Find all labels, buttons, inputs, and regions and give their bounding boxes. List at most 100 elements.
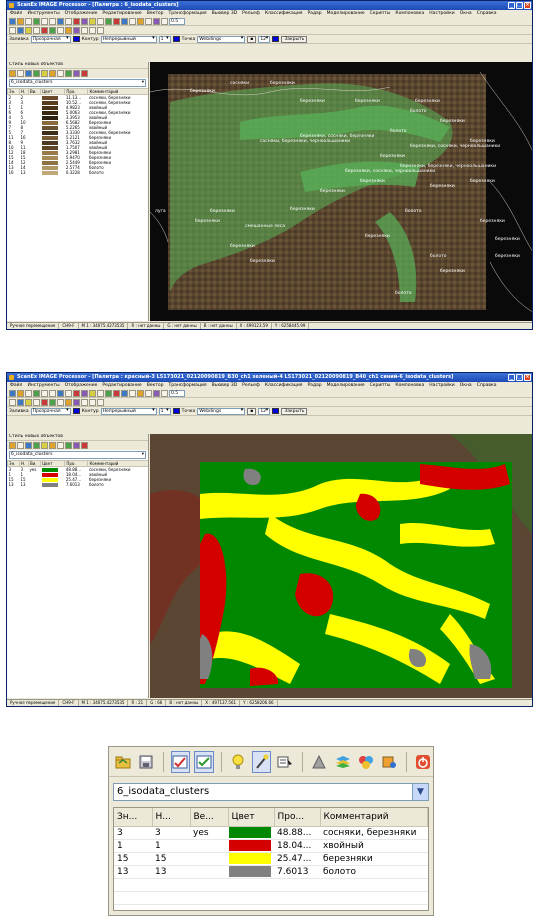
menu-view[interactable]: Отображение [65, 382, 98, 389]
check-icon[interactable] [33, 442, 40, 449]
polygon-icon[interactable] [25, 399, 32, 406]
menu-file[interactable]: Файл [10, 382, 22, 389]
contour-color-swatch[interactable] [172, 36, 180, 42]
point-size-select[interactable]: 12 [258, 407, 271, 415]
zoom-field[interactable]: 0.5 [169, 18, 185, 25]
pan-icon[interactable] [57, 18, 64, 25]
color-swatch[interactable] [229, 853, 271, 864]
redo-icon[interactable] [97, 399, 104, 406]
map-view[interactable] [150, 434, 532, 698]
maximize-button[interactable]: □ [516, 2, 523, 9]
table-row[interactable]: 13 13 7.6013 болото [114, 865, 428, 879]
menu-edit[interactable]: Редактирование [102, 382, 141, 389]
minimize-button[interactable]: _ [508, 374, 515, 381]
menu-scripts[interactable]: Скрипты [370, 10, 391, 17]
palette-combo[interactable]: 6_isodata_clusters [9, 79, 146, 87]
split-icon[interactable] [73, 399, 80, 406]
merge-icon[interactable] [81, 27, 88, 34]
save-icon[interactable] [17, 18, 24, 25]
contour-width-select[interactable]: 1 [158, 35, 171, 43]
save-icon[interactable] [17, 442, 24, 449]
color-swatch[interactable] [229, 866, 271, 877]
menu-classification[interactable]: Классификация [265, 10, 303, 17]
col-pr[interactable]: Про... [274, 808, 321, 827]
color-swatch[interactable] [229, 827, 271, 838]
table-select-icon[interactable] [275, 751, 294, 773]
menu-viewer3d[interactable]: Вьювер 3D [212, 382, 238, 389]
color-swatch[interactable] [229, 840, 271, 851]
palette-icon[interactable] [356, 751, 375, 773]
fill-select[interactable]: Прозрачная [30, 407, 71, 415]
undo-icon[interactable] [89, 27, 96, 34]
col-zn[interactable]: Зн... [114, 808, 153, 827]
classified-raster[interactable] [150, 434, 532, 698]
palette-icon[interactable] [137, 390, 144, 397]
measure-icon[interactable] [65, 27, 72, 34]
menu-relief[interactable]: Рельеф [242, 382, 260, 389]
histogram-icon[interactable] [81, 390, 88, 397]
edit-table-icon[interactable] [25, 70, 32, 77]
color-fill-icon[interactable] [73, 442, 80, 449]
open-icon[interactable] [9, 390, 16, 397]
radar-icon[interactable] [153, 390, 160, 397]
text-icon[interactable] [57, 399, 64, 406]
table-row[interactable]: 3 3 yes 48.88... сосняки, березняки [114, 826, 428, 840]
menu-vector[interactable]: Вектор [147, 382, 164, 389]
info-icon[interactable] [97, 390, 104, 397]
cone-icon[interactable] [57, 442, 64, 449]
menu-scripts[interactable]: Скрипты [370, 382, 391, 389]
erase-icon[interactable] [41, 399, 48, 406]
layers-icon[interactable] [33, 390, 40, 397]
zoom-in-icon[interactable] [41, 18, 48, 25]
close-button[interactable]: × [524, 374, 531, 381]
fill-select[interactable]: Прозрачная [30, 35, 71, 43]
refresh-icon[interactable] [161, 18, 168, 25]
select-icon[interactable] [65, 390, 72, 397]
check-icon[interactable] [33, 70, 40, 77]
menu-layout[interactable]: Компоновка [395, 382, 424, 389]
menu-radar[interactable]: Радар [307, 382, 321, 389]
menu-relief[interactable]: Рельеф [242, 10, 260, 17]
menu-windows[interactable]: Окна [460, 10, 472, 17]
open-folder-icon[interactable] [9, 442, 16, 449]
menu-help[interactable]: Справка [477, 382, 497, 389]
layers-icon[interactable] [65, 70, 72, 77]
open-folder-icon[interactable] [9, 70, 16, 77]
menu-help[interactable]: Справка [477, 10, 497, 17]
redo-icon[interactable] [97, 27, 104, 34]
pan-icon[interactable] [57, 390, 64, 397]
node-icon[interactable] [49, 27, 56, 34]
menu-view[interactable]: Отображение [65, 10, 98, 17]
palette-icon[interactable] [137, 18, 144, 25]
layers-icon[interactable] [65, 442, 72, 449]
wand-icon[interactable] [49, 442, 56, 449]
point-font-select[interactable]: Webdings [197, 35, 246, 43]
close-button[interactable]: × [524, 2, 531, 9]
classify-icon[interactable] [105, 390, 112, 397]
color-fill-icon[interactable] [380, 751, 399, 773]
contour-select[interactable]: Непрерывный [100, 407, 157, 415]
save-vector-icon[interactable] [9, 399, 16, 406]
info-icon[interactable] [97, 18, 104, 25]
menu-modeling[interactable]: Моделирование [327, 382, 365, 389]
color-swatch[interactable] [41, 170, 58, 175]
menu-settings[interactable]: Настройки [429, 382, 454, 389]
contour-select[interactable]: Непрерывный [100, 35, 157, 43]
delete-icon[interactable] [113, 18, 120, 25]
maximize-button[interactable]: □ [516, 374, 523, 381]
vector-map[interactable]: березняки сосняки березняки березняки березн… [150, 62, 532, 321]
histogram-icon[interactable] [81, 18, 88, 25]
save-icon[interactable] [136, 751, 155, 773]
select-icon[interactable] [65, 18, 72, 25]
palette-select[interactable]: 6_isodata_clusters ▼ [113, 783, 429, 801]
line-icon[interactable] [33, 399, 40, 406]
line-icon[interactable] [33, 27, 40, 34]
measure-icon[interactable] [65, 399, 72, 406]
check-icon[interactable] [194, 750, 214, 773]
col-color[interactable]: Цвет [228, 808, 275, 827]
fill-color-swatch[interactable] [72, 408, 80, 414]
table-row[interactable]: 16 13 0.3228 болото [8, 170, 149, 175]
table-row[interactable]: 15 15 25.47... березняки [114, 852, 428, 866]
menu-layout[interactable]: Компоновка [395, 10, 424, 17]
menu-windows[interactable]: Окна [460, 382, 472, 389]
